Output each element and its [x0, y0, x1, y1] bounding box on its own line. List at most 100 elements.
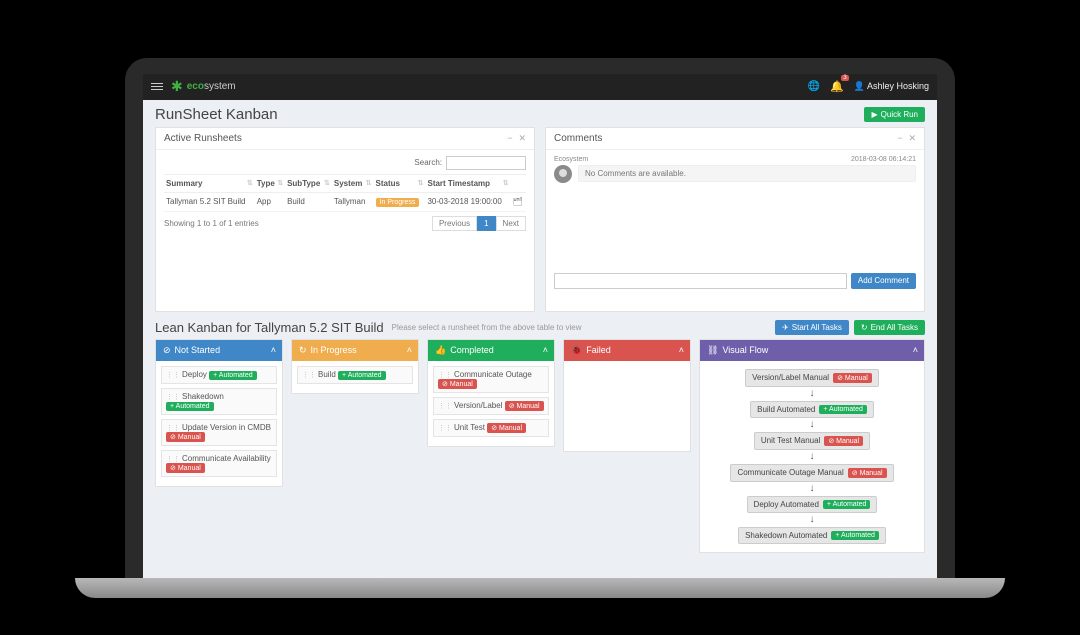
grip-icon: ⋮⋮	[438, 403, 452, 410]
col-start[interactable]: Start Timestamp⇅	[425, 174, 510, 192]
tag-manual: ⊘ Manual	[833, 373, 872, 383]
grip-icon: ⋮⋮	[166, 456, 180, 463]
task-card[interactable]: ⋮⋮Build + Automated	[297, 366, 413, 384]
task-card[interactable]: ⋮⋮Shakedown + Automated	[161, 388, 277, 415]
grip-icon: ⋮⋮	[166, 372, 180, 379]
user-menu[interactable]: 👤 Ashley Hosking	[854, 81, 929, 92]
search-input[interactable]	[446, 156, 526, 170]
arrow-down-icon: ↓	[810, 515, 815, 525]
logo-text: ecosystem	[187, 81, 236, 92]
table-row[interactable]: Tallyman 5.2 SIT Build App Build Tallyma…	[164, 192, 526, 211]
active-runsheets-panel: Active Runsheets − ✕ Search: Summary⇅	[155, 127, 535, 312]
col-status[interactable]: Status⇅	[374, 174, 426, 192]
tag-manual: ⊘ Manual	[487, 423, 526, 433]
column-visual-flow: ⛓Visual Flow˄ Version/Label Manual⊘ Manu…	[699, 339, 925, 553]
minimize-icon[interactable]: −	[507, 133, 512, 144]
flow-node[interactable]: Build Automated+ Automated	[750, 401, 874, 418]
search-label: Search:	[414, 158, 442, 167]
grip-icon: ⋮⋮	[166, 425, 180, 432]
col-system[interactable]: System⇅	[332, 174, 374, 192]
task-card[interactable]: ⋮⋮Communicate Availability⊘ Manual	[161, 450, 277, 477]
laptop-frame: ✱ ecosystem 🌐 🔔3 👤 Ashley Hosking RunShe…	[125, 58, 955, 578]
task-card[interactable]: ⋮⋮Deploy + Automated	[161, 366, 277, 384]
table-info: Showing 1 to 1 of 1 entries	[164, 219, 259, 228]
column-header[interactable]: 🐞Failed˄	[564, 340, 690, 361]
topbar: ✱ ecosystem 🌐 🔔3 👤 Ashley Hosking	[143, 74, 937, 100]
ban-icon: ⊘	[163, 345, 171, 356]
grip-icon: ⋮⋮	[438, 425, 452, 432]
close-icon[interactable]: ✕	[518, 133, 526, 144]
task-card[interactable]: ⋮⋮Unit Test ⊘ Manual	[433, 419, 549, 437]
chevron-up-icon[interactable]: ˄	[407, 345, 412, 355]
column-not-started: ⊘Not Started˄ ⋮⋮Deploy + Automated ⋮⋮Sha…	[155, 339, 283, 487]
panel-title: Comments	[554, 133, 602, 144]
column-completed: 👍Completed˄ ⋮⋮Communicate Outage⊘ Manual…	[427, 339, 555, 447]
end-all-button[interactable]: ↻ End All Tasks	[854, 320, 925, 335]
runsheets-table: Summary⇅ Type⇅ SubType⇅ System⇅ Status⇅ …	[164, 174, 526, 212]
page-1[interactable]: 1	[477, 216, 495, 231]
chevron-up-icon[interactable]: ˄	[679, 345, 684, 355]
close-icon[interactable]: ✕	[908, 133, 916, 144]
col-type[interactable]: Type⇅	[255, 174, 285, 192]
notif-badge: 3	[841, 75, 848, 81]
grip-icon: ⋮⋮	[438, 372, 452, 379]
task-card[interactable]: ⋮⋮Communicate Outage⊘ Manual	[433, 366, 549, 393]
thumbs-up-icon: 👍	[435, 345, 446, 356]
kanban-title: Lean Kanban for Tallyman 5.2 SIT Build	[155, 320, 384, 335]
tag-manual: ⊘ Manual	[166, 432, 205, 442]
column-header[interactable]: 👍Completed˄	[428, 340, 554, 361]
tag-automated: + Automated	[338, 371, 386, 380]
arrow-down-icon: ↓	[810, 452, 815, 462]
tag-manual: ⊘ Manual	[848, 468, 887, 478]
tag-manual: ⊘ Manual	[505, 401, 544, 411]
comment-input[interactable]	[554, 273, 847, 289]
tag-automated: + Automated	[831, 531, 879, 540]
column-header[interactable]: ⊘Not Started˄	[156, 340, 282, 361]
quick-run-button[interactable]: ▶ Quick Run	[864, 107, 925, 122]
column-header[interactable]: ⛓Visual Flow˄	[700, 340, 924, 361]
minimize-icon[interactable]: −	[897, 133, 902, 144]
task-card[interactable]: ⋮⋮Update Version in CMDB⊘ Manual	[161, 419, 277, 446]
flow-node[interactable]: Unit Test Manual⊘ Manual	[754, 432, 870, 450]
add-comment-button[interactable]: Add Comment	[851, 273, 916, 289]
column-in-progress: ↻In Progress˄ ⋮⋮Build + Automated	[291, 339, 419, 394]
notifications-icon[interactable]: 🔔3	[830, 80, 844, 93]
flow-icon: ⛓	[707, 345, 718, 356]
comments-panel: Comments − ✕ Ecosystem 2018-03-08 06:14:…	[545, 127, 925, 312]
chevron-up-icon[interactable]: ˄	[543, 345, 548, 355]
column-failed: 🐞Failed˄	[563, 339, 691, 452]
status-badge: In Progress	[376, 198, 420, 207]
arrow-down-icon: ↓	[810, 389, 815, 399]
tag-manual: ⊘ Manual	[166, 463, 205, 473]
col-summary[interactable]: Summary⇅	[164, 174, 255, 192]
tag-automated: + Automated	[823, 500, 871, 509]
next-page[interactable]: Next	[496, 216, 526, 231]
chevron-up-icon[interactable]: ˄	[913, 345, 918, 355]
tag-automated: + Automated	[209, 371, 257, 380]
tag-manual: ⊘ Manual	[438, 379, 477, 389]
tag-automated: + Automated	[819, 405, 867, 414]
globe-icon[interactable]: 🌐	[808, 81, 820, 92]
col-subtype[interactable]: SubType⇅	[285, 174, 332, 192]
tag-manual: ⊘ Manual	[824, 436, 863, 446]
flow-node[interactable]: Communicate Outage Manual⊘ Manual	[730, 464, 893, 482]
column-header[interactable]: ↻In Progress˄	[292, 340, 418, 361]
comment-author: Ecosystem	[554, 156, 588, 163]
flow-node[interactable]: Deploy Automated+ Automated	[747, 496, 878, 513]
logo-mark-icon: ✱	[171, 78, 183, 95]
flow-node[interactable]: Shakedown Automated+ Automated	[738, 527, 886, 544]
flow-node[interactable]: Version/Label Manual⊘ Manual	[745, 369, 879, 387]
grip-icon: ⋮⋮	[166, 394, 180, 401]
brand-logo[interactable]: ✱ ecosystem	[171, 78, 236, 95]
comment-message: No Comments are available.	[578, 165, 916, 182]
prev-page[interactable]: Previous	[432, 216, 477, 231]
chevron-up-icon[interactable]: ˄	[271, 345, 276, 355]
task-card[interactable]: ⋮⋮Version/Label ⊘ Manual	[433, 397, 549, 415]
tag-automated: + Automated	[166, 402, 214, 411]
page-title: RunSheet Kanban	[155, 106, 278, 123]
row-action-icon[interactable]: 🗂	[513, 197, 523, 206]
refresh-icon: ↻	[299, 345, 307, 356]
hamburger-icon[interactable]	[151, 83, 163, 90]
arrow-down-icon: ↓	[810, 484, 815, 494]
start-all-button[interactable]: ✈ Start All Tasks	[775, 320, 849, 335]
